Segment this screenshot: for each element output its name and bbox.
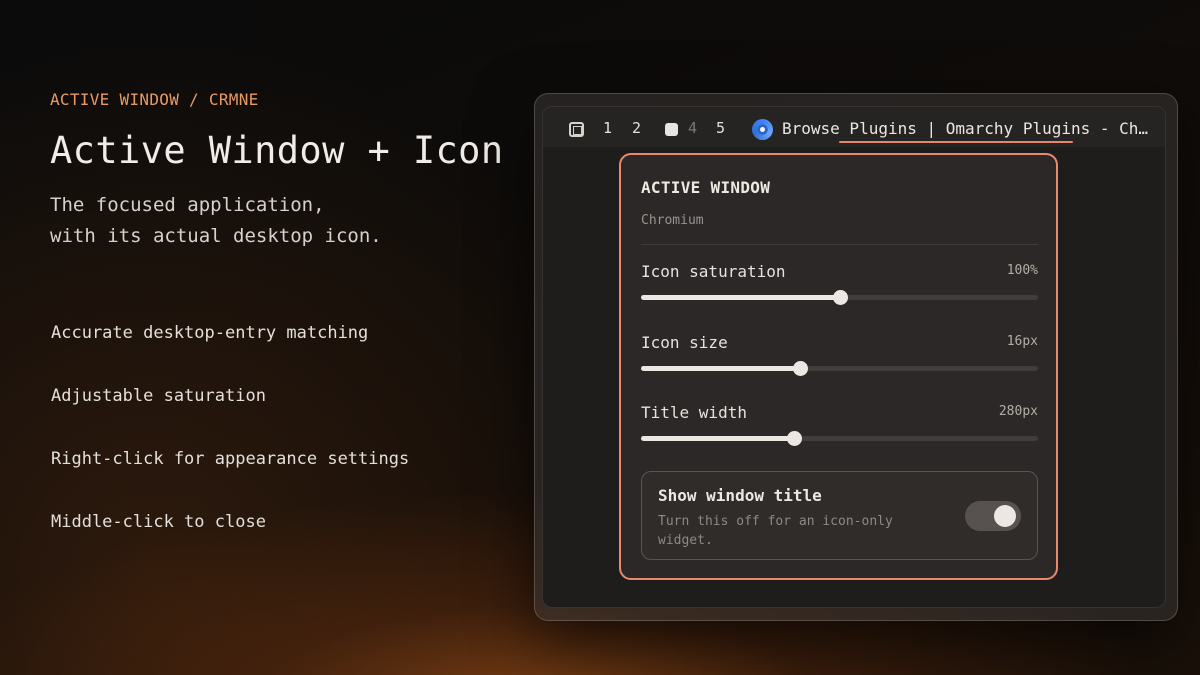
page-title: Active Window + Icon (50, 129, 504, 172)
workspace-5[interactable]: 5 (716, 119, 725, 137)
feature-item: Accurate desktop-entry matching (51, 323, 369, 343)
feature-item: Middle-click to close (51, 512, 266, 532)
workspace-2[interactable]: 2 (632, 119, 641, 137)
feature-list: Accurate desktop-entry matching Adjustab… (51, 321, 409, 573)
show-window-title-card: Show window title Turn this off for an i… (641, 471, 1038, 560)
screenshot-frame: 1 2 4 5 Browse Plugins | Omarchy Plugins… (534, 93, 1178, 621)
title-underline (839, 141, 1073, 143)
slider-fill (641, 436, 794, 441)
slider-fill (641, 366, 800, 371)
icon-saturation-setting: Icon saturation 100% (641, 262, 1038, 312)
icon-size-slider[interactable] (641, 361, 1038, 376)
slider-thumb[interactable] (786, 431, 802, 446)
workspace-4[interactable]: 4 (688, 119, 697, 137)
workspace-3-active[interactable] (665, 123, 678, 136)
workspace-overview-icon[interactable] (569, 122, 584, 137)
subtitle-line: The focused application, (50, 194, 325, 216)
chromium-icon[interactable] (752, 119, 773, 140)
icon-size-setting: Icon size 16px (641, 333, 1038, 383)
setting-label: Icon size (641, 333, 728, 352)
subtitle: The focused application, with its actual… (50, 190, 382, 252)
icon-saturation-slider[interactable] (641, 290, 1038, 305)
workspace-1[interactable]: 1 (603, 119, 612, 137)
setting-value: 16px (1006, 334, 1038, 349)
active-window-settings-popup: ACTIVE WINDOW Chromium Icon saturation 1… (619, 153, 1058, 580)
setting-value: 280px (998, 404, 1038, 419)
popup-app-name: Chromium (641, 213, 704, 228)
active-window-title[interactable]: Browse Plugins | Omarchy Plugins - Ch… (782, 119, 1152, 138)
show-window-title-toggle[interactable] (965, 501, 1021, 531)
subtitle-line: with its actual desktop icon. (50, 225, 382, 247)
toggle-title: Show window title (658, 486, 822, 505)
slider-thumb[interactable] (792, 361, 808, 376)
title-width-slider[interactable] (641, 431, 1038, 446)
setting-label: Icon saturation (641, 262, 786, 281)
top-bar: 1 2 4 5 Browse Plugins | Omarchy Plugins… (543, 107, 1165, 147)
slider-thumb[interactable] (832, 290, 848, 305)
feature-item: Right-click for appearance settings (51, 449, 410, 469)
feature-item: Adjustable saturation (51, 386, 266, 406)
toggle-knob (994, 505, 1016, 527)
setting-value: 100% (1006, 263, 1038, 278)
slider-fill (641, 295, 840, 300)
eyebrow-label: ACTIVE WINDOW / CRMNE (50, 90, 259, 109)
setting-label: Title width (641, 403, 747, 422)
popup-heading: ACTIVE WINDOW (641, 178, 771, 197)
desktop-screen: 1 2 4 5 Browse Plugins | Omarchy Plugins… (542, 106, 1166, 608)
divider (641, 244, 1038, 245)
title-width-setting: Title width 280px (641, 403, 1038, 453)
toggle-description: Turn this off for an icon-only widget. (658, 514, 893, 548)
